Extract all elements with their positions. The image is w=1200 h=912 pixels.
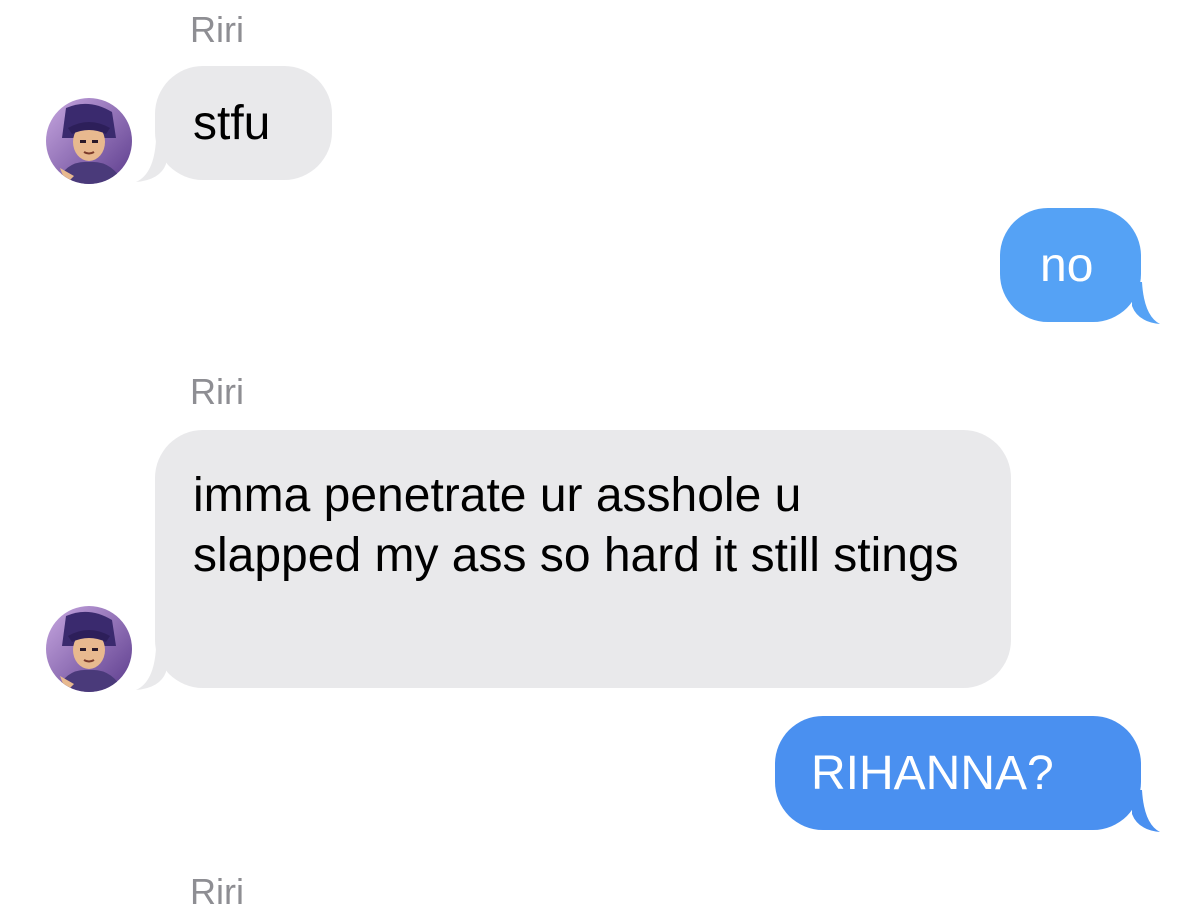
contact-avatar[interactable] xyxy=(46,606,132,692)
message-text: stfu xyxy=(193,97,271,150)
message-text: RIHANNA? xyxy=(811,747,1054,800)
bubble-tail xyxy=(1122,790,1162,834)
outgoing-message-bubble[interactable]: RIHANNA? xyxy=(775,716,1141,830)
contact-avatar[interactable] xyxy=(46,98,132,184)
message-text: no xyxy=(1040,239,1094,292)
bubble-tail xyxy=(136,648,176,692)
message-text: imma penetrate ur asshole u slapped my a… xyxy=(193,469,959,582)
incoming-message-bubble[interactable]: stfu xyxy=(155,66,332,180)
sender-name: Riri xyxy=(190,371,244,412)
incoming-message-bubble[interactable]: imma penetrate ur asshole u slapped my a… xyxy=(155,430,1011,688)
outgoing-message-bubble[interactable]: no xyxy=(1000,208,1141,322)
bubble-tail xyxy=(1122,282,1162,326)
sender-name: Riri xyxy=(190,871,244,912)
sender-name: Riri xyxy=(190,9,244,50)
bubble-tail xyxy=(136,140,176,184)
